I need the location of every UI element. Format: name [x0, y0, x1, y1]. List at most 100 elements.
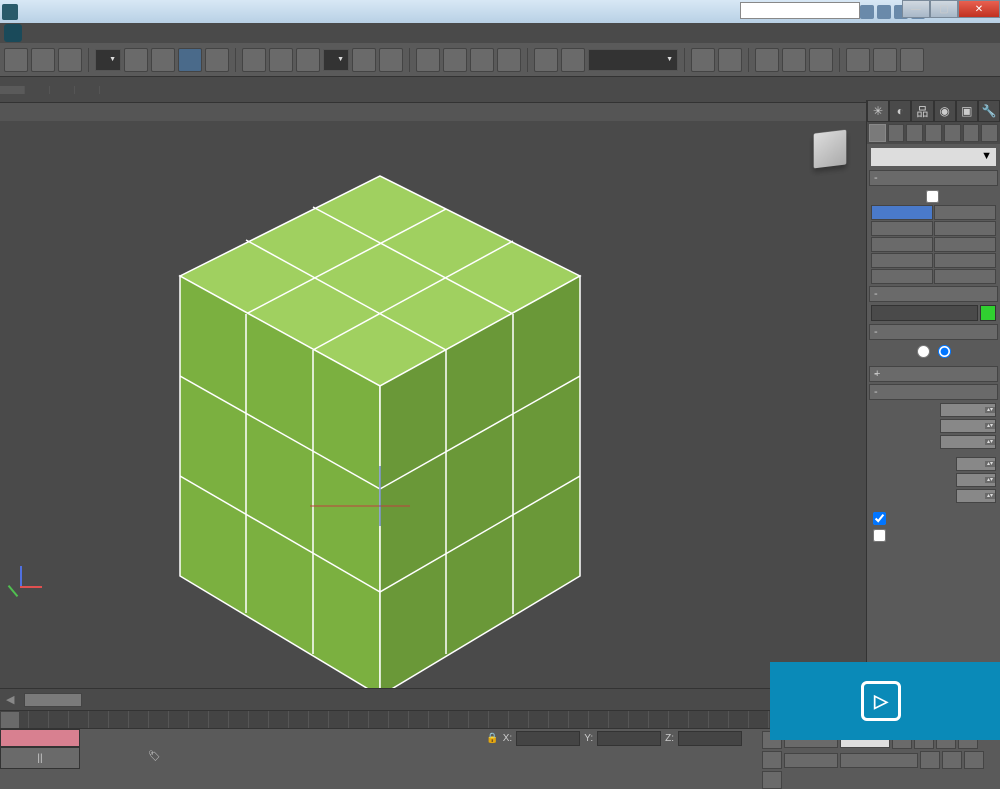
object-color-swatch[interactable] — [980, 305, 996, 321]
select-button[interactable] — [124, 48, 148, 72]
menu-grapheditor[interactable] — [126, 31, 138, 35]
redo-button[interactable] — [31, 48, 55, 72]
lsegs-spinner[interactable] — [956, 457, 996, 471]
ribbon-tab-paint[interactable] — [75, 86, 100, 94]
goto-end-button[interactable] — [762, 751, 782, 769]
curve-editor-button[interactable] — [755, 48, 779, 72]
select-name-button[interactable] — [151, 48, 175, 72]
subtab-geometry[interactable] — [869, 124, 886, 142]
menu-group[interactable] — [56, 31, 68, 35]
menu-tools[interactable] — [42, 31, 54, 35]
subtab-systems[interactable] — [981, 124, 998, 142]
scene-cube[interactable] — [160, 156, 650, 716]
prim-torus[interactable] — [871, 253, 933, 268]
close-button[interactable]: ✕ — [958, 0, 1000, 18]
maximize-button[interactable]: ▢ — [930, 0, 958, 18]
tab-create[interactable]: ✳ — [867, 100, 889, 122]
menu-modifiers[interactable] — [98, 31, 110, 35]
width-spinner[interactable] — [940, 419, 996, 433]
menu-render[interactable] — [140, 31, 152, 35]
menu-help[interactable] — [182, 31, 194, 35]
rollout-creation-method[interactable] — [869, 324, 998, 340]
ribbon-sub[interactable] — [0, 103, 1000, 121]
minimize-button[interactable]: — — [902, 0, 930, 18]
subtab-helpers[interactable] — [944, 124, 961, 142]
rotate-button[interactable] — [269, 48, 293, 72]
pivot-button[interactable] — [352, 48, 376, 72]
category-dropdown[interactable]: ▼ — [871, 148, 996, 166]
coord-z[interactable] — [678, 731, 742, 746]
prim-box[interactable] — [871, 205, 933, 220]
hsegs-spinner[interactable] — [956, 489, 996, 503]
render-button[interactable] — [900, 48, 924, 72]
material-editor-button[interactable] — [809, 48, 833, 72]
rollout-object-type[interactable] — [869, 170, 998, 186]
rollout-name-color[interactable] — [869, 286, 998, 302]
coord-y[interactable] — [597, 731, 661, 746]
prim-geosphere[interactable] — [934, 221, 996, 236]
coord-x[interactable] — [516, 731, 580, 746]
rollout-keyboard[interactable]: + — [869, 366, 998, 382]
menu-create[interactable] — [84, 31, 96, 35]
help-search-input[interactable] — [740, 2, 860, 19]
nav-pan-button[interactable] — [920, 751, 940, 769]
ribbon-tab-selection[interactable] — [50, 86, 75, 94]
height-spinner[interactable] — [940, 435, 996, 449]
subtab-lights[interactable] — [906, 124, 923, 142]
refcoord-dropdown[interactable] — [323, 49, 349, 71]
link-button[interactable] — [58, 48, 82, 72]
viewport[interactable] — [0, 121, 866, 688]
selection-lock-button[interactable] — [534, 48, 558, 72]
subtab-shapes[interactable] — [888, 124, 905, 142]
menu-animation[interactable] — [112, 31, 124, 35]
tab-utilities[interactable]: 🔧 — [978, 100, 1000, 122]
prim-tube[interactable] — [934, 237, 996, 252]
length-spinner[interactable] — [940, 403, 996, 417]
prim-cylinder[interactable] — [871, 237, 933, 252]
gen-coords-checkbox[interactable] — [873, 512, 886, 525]
object-name-input[interactable] — [871, 305, 978, 321]
angle-snap-button[interactable] — [443, 48, 467, 72]
mirror-button[interactable] — [561, 48, 585, 72]
selection-filter-dropdown[interactable] — [95, 49, 121, 71]
prim-sphere[interactable] — [871, 221, 933, 236]
ribbon-tab-graphite[interactable] — [0, 86, 25, 94]
select-manipulate-button[interactable] — [379, 48, 403, 72]
subtab-spacewarps[interactable] — [963, 124, 980, 142]
time-tag-icon[interactable]: 🏷 — [148, 751, 161, 762]
prim-teapot[interactable] — [871, 269, 933, 284]
render-frame-button[interactable] — [873, 48, 897, 72]
rollout-params[interactable] — [869, 384, 998, 400]
scale-button[interactable] — [296, 48, 320, 72]
menu-maxscript[interactable] — [168, 31, 180, 35]
realworld-checkbox[interactable] — [873, 529, 886, 542]
script-mini-listener[interactable] — [0, 729, 80, 747]
keyfilter-button[interactable] — [840, 753, 918, 768]
snap-toggle-button[interactable] — [416, 48, 440, 72]
prim-plane[interactable] — [934, 269, 996, 284]
spinner-snap-button[interactable] — [497, 48, 521, 72]
radio-cube[interactable] — [917, 345, 930, 361]
layers-button[interactable] — [718, 48, 742, 72]
trackbar-config-button[interactable] — [0, 711, 20, 729]
render-setup-button[interactable] — [846, 48, 870, 72]
nav-orbit-button[interactable] — [964, 751, 984, 769]
setkey-button[interactable] — [784, 753, 838, 768]
prim-cone[interactable] — [934, 205, 996, 220]
subtab-cameras[interactable] — [925, 124, 942, 142]
autogrid-checkbox[interactable] — [926, 190, 939, 203]
schematic-view-button[interactable] — [782, 48, 806, 72]
ribbon-tab-freeform[interactable] — [25, 86, 50, 94]
prim-pyramid[interactable] — [934, 253, 996, 268]
app-menu-icon[interactable] — [4, 24, 22, 42]
app-icon[interactable] — [2, 4, 18, 20]
select-region-button[interactable] — [178, 48, 202, 72]
lock-icon[interactable]: 🔒 — [486, 733, 498, 744]
search-icon[interactable] — [860, 5, 874, 19]
named-selection-dropdown[interactable] — [588, 49, 678, 71]
nav-maximize-button[interactable] — [762, 771, 782, 789]
tab-motion[interactable]: ◉ — [934, 100, 956, 122]
wsegs-spinner[interactable] — [956, 473, 996, 487]
frame-indicator[interactable] — [24, 693, 82, 707]
undo-button[interactable] — [4, 48, 28, 72]
